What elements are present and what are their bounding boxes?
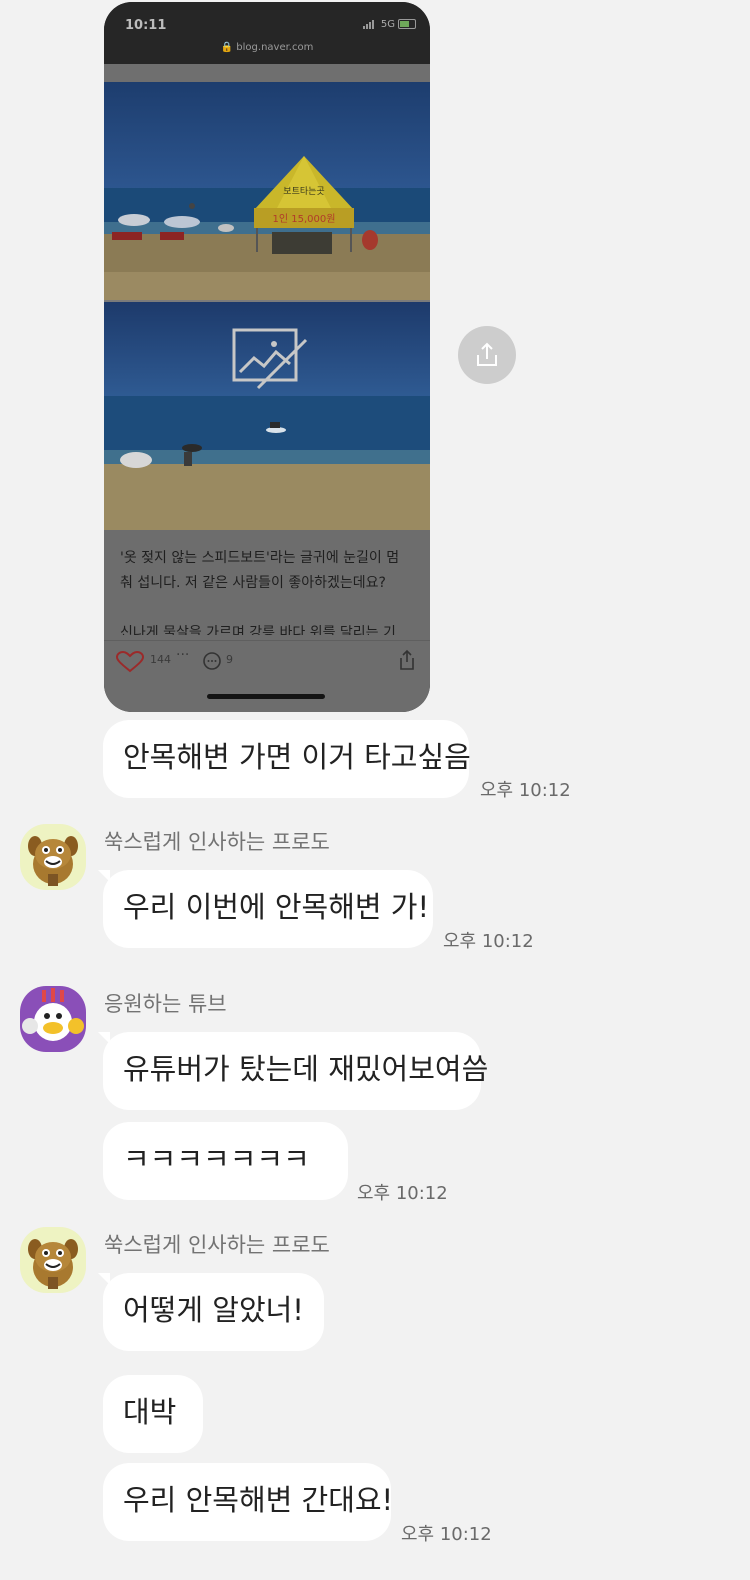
message-time: 오후 10:12 (480, 780, 571, 801)
url-text: blog.naver.com (236, 42, 314, 53)
caption-line: '옷 젖지 않는 스피드보트'라는 글귀에 눈길이 멈 (120, 550, 400, 566)
tube-face-icon (22, 988, 84, 1041)
avatar-frodo[interactable] (20, 824, 86, 890)
more-dots-icon: ··· (176, 647, 190, 663)
sender-name: 응원하는 튜브 (104, 992, 227, 1016)
home-indicator (207, 694, 325, 699)
beach-photo-tent: 보트타는곳 1인 15,000원 (104, 82, 430, 300)
avatar-frodo[interactable] (20, 1227, 86, 1293)
message-text: 우리 이번에 안목해변 가! (123, 890, 430, 924)
comment-count: 9 (226, 653, 233, 666)
message-time: 오후 10:12 (357, 1183, 448, 1204)
caption-line: 신나게 물살을 가르며 강릉 바다 위를 달리는 기 (120, 625, 396, 635)
share-icon (400, 649, 414, 670)
message-text: 대박 (123, 1395, 177, 1429)
chat-bubble[interactable]: 대박 (103, 1375, 203, 1453)
post-caption: '옷 젖지 않는 스피드보트'라는 글귀에 눈길이 멈 춰 섭니다. 저 같은 … (120, 546, 416, 635)
message-text: 안목해변 가면 이거 타고싶음 (123, 740, 471, 774)
frodo-face-icon (28, 836, 78, 886)
caption-line: 춰 섭니다. 저 같은 사람들이 좋아하겠는데요? (120, 575, 386, 591)
separator (104, 64, 430, 82)
image-unavailable-icon (232, 328, 308, 390)
message-time: 오후 10:12 (401, 1524, 492, 1545)
phone-status-bar: 10:11 5G 🔒 blog.naver.com (104, 2, 430, 66)
like-count: 144 (150, 653, 171, 666)
sender-name: 쑥스럽게 인사하는 프로도 (104, 830, 330, 854)
message-text: 어떻게 알았너! (123, 1293, 304, 1327)
tent-sign-text: 보트타는곳 (283, 186, 324, 197)
signal-icon (362, 19, 377, 29)
comment-icon (203, 652, 221, 670)
post-action-bar: 144 ··· 9 (104, 640, 430, 681)
message-text: 우리 안목해변 간대요! (123, 1483, 394, 1517)
message-time: 오후 10:12 (443, 931, 534, 952)
chat-bubble[interactable]: 유튜버가 탔는데 재밌어보여씀 (98, 1032, 488, 1110)
avatar-tube[interactable] (20, 986, 86, 1052)
network-label: 5G (380, 19, 395, 30)
chat-bubble[interactable]: 안목해변 가면 이거 타고싶음 (103, 720, 471, 798)
heart-icon (116, 651, 144, 673)
chat-bubble[interactable]: 어떻게 알았너! (98, 1273, 324, 1351)
message-text: ㅋㅋㅋㅋㅋㅋㅋ (123, 1142, 310, 1176)
shared-screenshot-image[interactable]: 10:11 5G 🔒 blog.naver.com 보트타는곳 1인 15,00… (104, 2, 430, 712)
chat-bubble[interactable]: 우리 안목해변 간대요! (103, 1463, 394, 1541)
status-time: 10:11 (125, 18, 167, 33)
share-upload-icon (477, 342, 497, 366)
status-icons: 5G (362, 19, 416, 30)
chat-bubble[interactable]: 우리 이번에 안목해변 가! (98, 870, 433, 948)
forward-share-button[interactable] (458, 326, 516, 384)
tent-price-text: 1인 15,000원 (273, 213, 336, 225)
chat-bubble[interactable]: ㅋㅋㅋㅋㅋㅋㅋ (103, 1122, 348, 1200)
message-text: 유튜버가 탔는데 재밌어보여씀 (123, 1052, 489, 1086)
frodo-face-icon (28, 1239, 78, 1289)
post-text-area: '옷 젖지 않는 스피드보트'라는 글귀에 눈길이 멈 춰 섭니다. 저 같은 … (104, 530, 430, 712)
sender-name: 쑥스럽게 인사하는 프로도 (104, 1233, 330, 1257)
battery-icon (398, 19, 416, 29)
url-bar: 🔒 blog.naver.com (220, 42, 314, 53)
